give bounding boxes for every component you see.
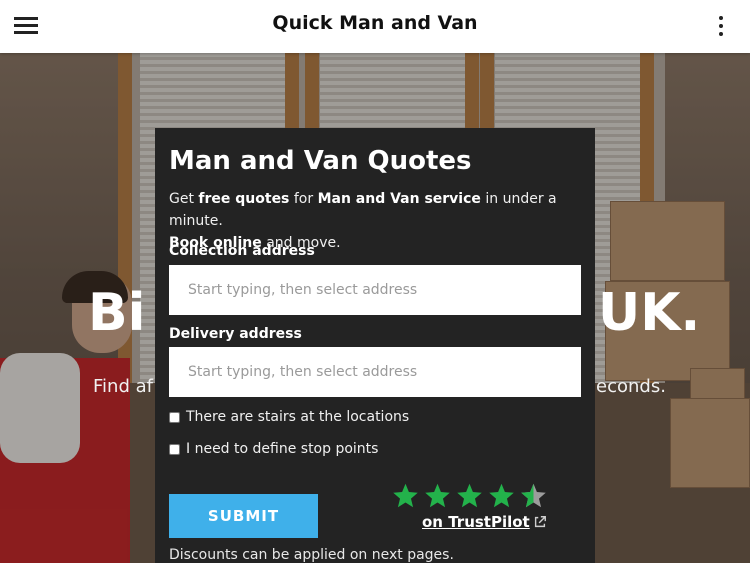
trustpilot-link[interactable]: on TrustPilot [422,513,530,531]
collection-address-label: Collection address [169,243,315,259]
half-star-icon [521,483,546,508]
collection-address-input[interactable] [169,265,581,315]
star-icon [393,483,418,508]
stop-points-option[interactable]: I need to define stop points [169,441,378,457]
form-title: Man and Van Quotes [169,146,472,176]
app-bar: Quick Man and Van [0,0,750,53]
hero-heading: Bi [88,283,146,343]
app-title: Quick Man and Van [272,12,478,34]
delivery-address-input[interactable] [169,347,581,397]
intro-emphasis: Man and Van service [317,191,481,207]
external-link-icon[interactable] [533,515,547,529]
hero-heading-end: UK. [598,283,701,343]
stairs-checkbox-label: There are stairs at the locations [186,409,410,425]
hero-subtitle: Find af [93,376,153,397]
stairs-checkbox[interactable] [169,411,180,423]
star-icon [425,483,450,508]
submit-button[interactable]: SUBMIT [169,494,318,538]
star-icon [457,483,482,508]
trustpilot-rating [391,482,548,510]
delivery-address-label: Delivery address [169,326,302,342]
intro-text: for [289,191,318,207]
intro-text: Get [169,191,199,207]
stairs-option[interactable]: There are stairs at the locations [169,409,409,425]
hero-subtitle-end: econds. [596,376,666,397]
intro-emphasis: free quotes [198,191,290,207]
stop-points-checkbox[interactable] [169,443,180,455]
quote-form-card: Man and Van Quotes Get free quotes for M… [155,128,595,563]
star-icon [489,483,514,508]
more-options-icon[interactable] [718,16,724,38]
stop-points-checkbox-label: I need to define stop points [186,441,379,457]
discount-note: Discounts can be applied on next pages. [169,547,454,563]
